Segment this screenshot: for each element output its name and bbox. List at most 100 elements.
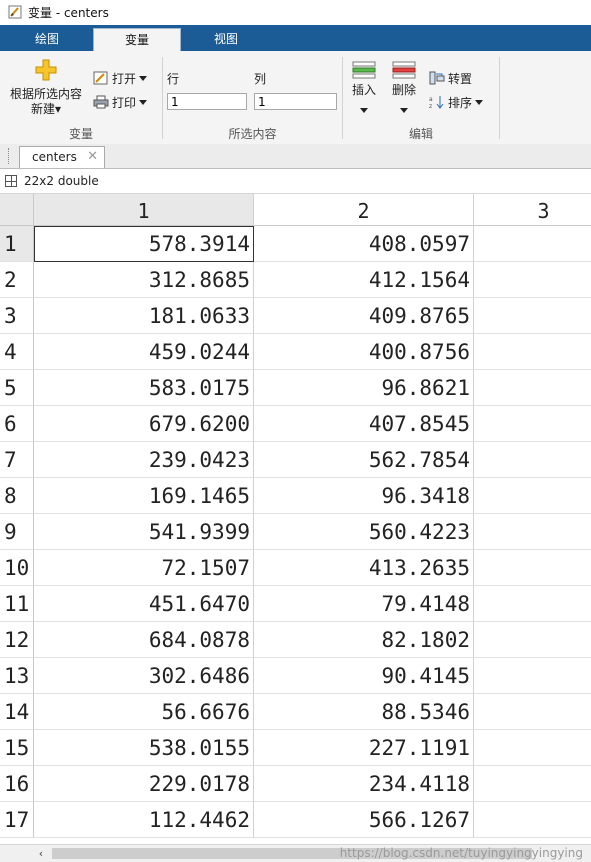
table-cell[interactable]: 409.8765 — [254, 298, 474, 334]
table-cell[interactable]: 79.4148 — [254, 586, 474, 622]
table-cell[interactable]: 408.0597 — [254, 226, 474, 262]
row-header[interactable]: 17 — [0, 802, 34, 838]
tab-variable[interactable]: 变量 — [93, 28, 181, 52]
table-cell[interactable] — [474, 550, 591, 586]
table-cell[interactable]: 88.5346 — [254, 694, 474, 730]
table-cell[interactable]: 234.4118 — [254, 766, 474, 802]
row-header[interactable]: 5 — [0, 370, 34, 406]
document-tab-centers[interactable]: centers ✕ — [19, 146, 105, 168]
chevron-down-icon — [400, 108, 408, 113]
column-header[interactable]: 3 — [474, 194, 591, 226]
table-cell[interactable] — [474, 658, 591, 694]
horizontal-scrollbar[interactable]: ‹ https://blog.csdn.net/tuyingyingyingyi… — [0, 844, 591, 862]
table-cell[interactable]: 90.4145 — [254, 658, 474, 694]
column-header[interactable]: 2 — [254, 194, 474, 226]
row-header[interactable]: 14 — [0, 694, 34, 730]
print-button[interactable]: 打印 — [93, 92, 148, 112]
table-cell[interactable]: 560.4223 — [254, 514, 474, 550]
row-header[interactable]: 3 — [0, 298, 34, 334]
table-cell[interactable]: 312.8685 — [34, 262, 254, 298]
column-selection-input[interactable] — [254, 93, 337, 110]
transpose-button[interactable]: 转置 — [429, 68, 472, 88]
row-header[interactable]: 4 — [0, 334, 34, 370]
new-from-selection-button[interactable]: 根据所选内容 新建▾ — [6, 59, 86, 117]
table-cell[interactable]: 451.6470 — [34, 586, 254, 622]
table-cell[interactable]: 82.1802 — [254, 622, 474, 658]
table-cell[interactable] — [474, 694, 591, 730]
table-cell[interactable] — [474, 370, 591, 406]
table-cell[interactable] — [474, 478, 591, 514]
sort-button[interactable]: az 排序 — [429, 92, 484, 112]
table-cell[interactable]: 239.0423 — [34, 442, 254, 478]
variable-group: 根据所选内容 新建▾ 打开 打印 变量 — [0, 51, 162, 144]
row-header[interactable]: 11 — [0, 586, 34, 622]
row-header[interactable]: 2 — [0, 262, 34, 298]
table-cell[interactable] — [474, 442, 591, 478]
table-cell[interactable] — [474, 730, 591, 766]
table-cell[interactable]: 459.0244 — [34, 334, 254, 370]
row-header[interactable]: 6 — [0, 406, 34, 442]
table-cell[interactable]: 72.1507 — [34, 550, 254, 586]
row-selection-input[interactable] — [167, 93, 247, 110]
row-label: 行 — [167, 72, 180, 86]
tab-plots[interactable]: 绘图 — [4, 28, 90, 51]
table-cell[interactable] — [474, 334, 591, 370]
table-cell[interactable]: 302.6486 — [34, 658, 254, 694]
table-cell[interactable] — [474, 622, 591, 658]
table-cell[interactable]: 169.1465 — [34, 478, 254, 514]
table-cell[interactable]: 407.8545 — [254, 406, 474, 442]
table-cell[interactable] — [474, 514, 591, 550]
row-header[interactable]: 13 — [0, 658, 34, 694]
plus-icon — [35, 59, 57, 81]
table-corner[interactable] — [0, 194, 34, 226]
table-cell[interactable] — [474, 766, 591, 802]
insert-label: 插入 — [351, 83, 376, 97]
table-cell[interactable]: 56.6676 — [34, 694, 254, 730]
row-header[interactable]: 1 — [0, 226, 34, 262]
table-cell[interactable]: 96.8621 — [254, 370, 474, 406]
table-cell[interactable] — [474, 802, 591, 838]
table-cell[interactable]: 679.6200 — [34, 406, 254, 442]
table-cell[interactable]: 578.3914 — [34, 226, 254, 262]
table-cell[interactable]: 566.1267 — [254, 802, 474, 838]
table-cell[interactable] — [474, 586, 591, 622]
table-cell[interactable]: 541.9399 — [34, 514, 254, 550]
insert-button[interactable]: 插入 — [348, 61, 380, 118]
edit-group-label: 编辑 — [408, 127, 433, 141]
row-header[interactable]: 9 — [0, 514, 34, 550]
table-cell[interactable]: 413.2635 — [254, 550, 474, 586]
open-button[interactable]: 打开 — [93, 68, 148, 88]
table-cell[interactable]: 562.7854 — [254, 442, 474, 478]
table-cell[interactable]: 583.0175 — [34, 370, 254, 406]
table-cell[interactable]: 181.0633 — [34, 298, 254, 334]
row-header[interactable]: 8 — [0, 478, 34, 514]
table-cell[interactable] — [474, 406, 591, 442]
table-cell[interactable]: 96.3418 — [254, 478, 474, 514]
row-header[interactable]: 15 — [0, 730, 34, 766]
table-cell[interactable]: 538.0155 — [34, 730, 254, 766]
chevron-down-icon — [139, 99, 148, 105]
drag-grip[interactable] — [8, 148, 12, 164]
scroll-left-icon[interactable]: ‹ — [34, 847, 48, 860]
table-cell[interactable]: 229.0178 — [34, 766, 254, 802]
row-header[interactable]: 7 — [0, 442, 34, 478]
table-cell[interactable]: 112.4462 — [34, 802, 254, 838]
ribbon: 根据所选内容 新建▾ 打开 打印 变量 行 列 所选内容 — [0, 51, 591, 145]
row-header[interactable]: 10 — [0, 550, 34, 586]
delete-button[interactable]: 删除 — [388, 61, 420, 118]
table-cell[interactable] — [474, 262, 591, 298]
table-cell[interactable] — [474, 226, 591, 262]
table-cell[interactable]: 400.8756 — [254, 334, 474, 370]
row-header[interactable]: 12 — [0, 622, 34, 658]
row-header[interactable]: 16 — [0, 766, 34, 802]
table-cell[interactable] — [474, 298, 591, 334]
sort-az-icon: az — [429, 95, 445, 110]
table-cell[interactable]: 412.1564 — [254, 262, 474, 298]
close-icon[interactable]: ✕ — [87, 149, 98, 164]
variable-group-label: 变量 — [68, 127, 93, 141]
table-cell[interactable]: 684.0878 — [34, 622, 254, 658]
table-cell[interactable]: 227.1191 — [254, 730, 474, 766]
column-header[interactable]: 1 — [34, 194, 254, 226]
group-divider — [499, 57, 500, 139]
tab-view[interactable]: 视图 — [183, 28, 269, 51]
